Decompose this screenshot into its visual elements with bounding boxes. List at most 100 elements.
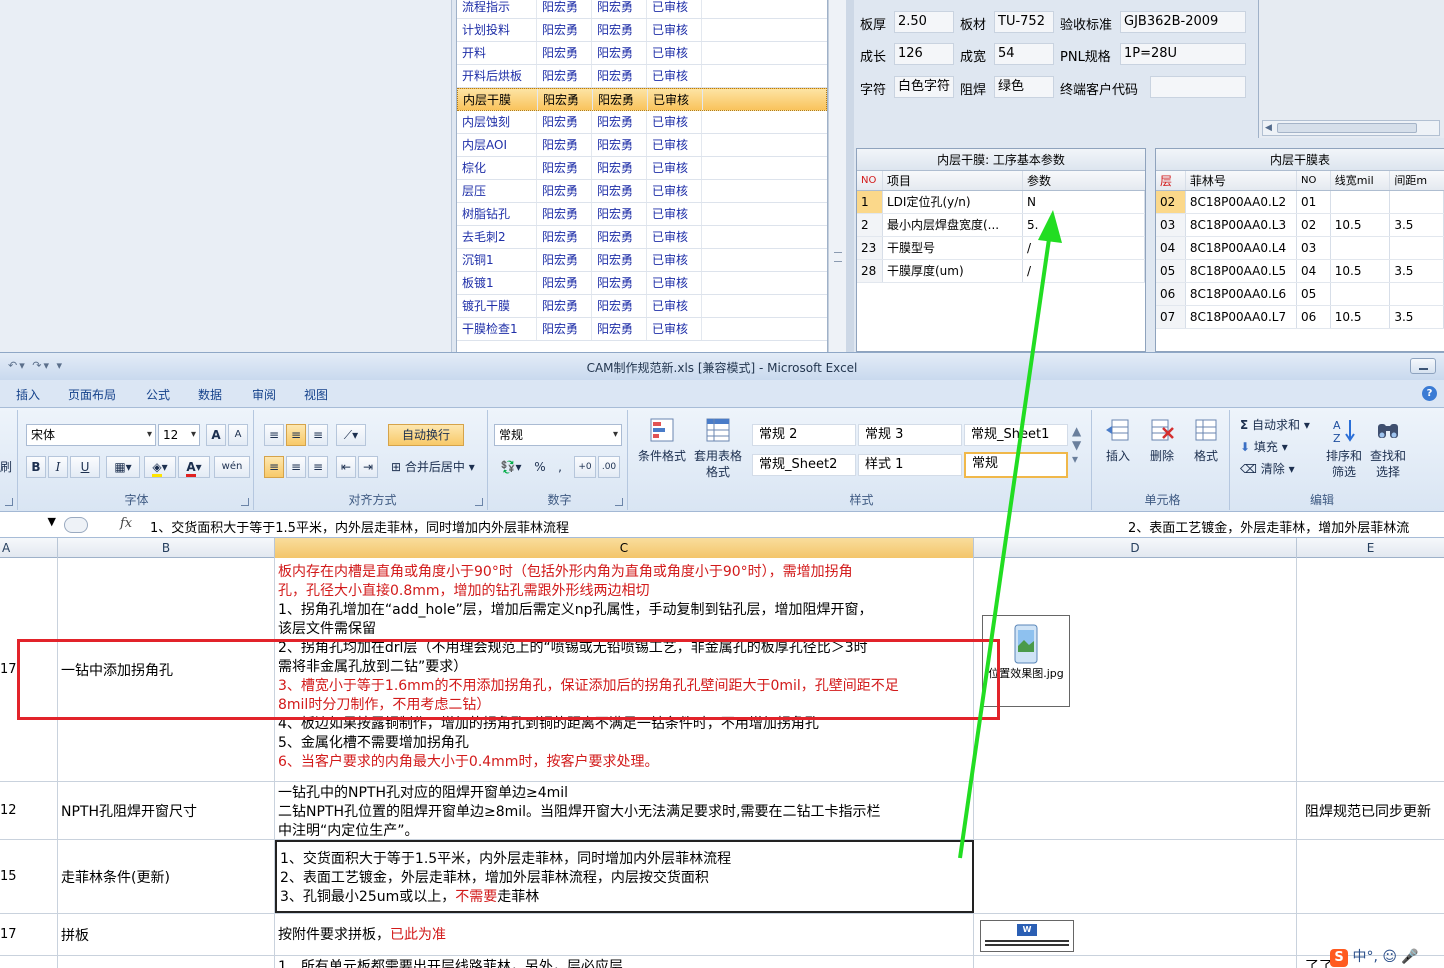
table-row[interactable]: 1 LDI定位孔(y/n) N — [857, 191, 1145, 214]
list-item[interactable]: 板镀1 阳宏勇 阳宏勇 已审核 — [457, 272, 827, 295]
styles-gallery-scroll-icon[interactable]: ▲ ▼ ▾ — [1072, 424, 1081, 466]
decrease-indent-icon[interactable]: ⇤ — [336, 456, 356, 478]
align-middle-icon[interactable]: ≡ — [286, 424, 306, 446]
scroll-thumb[interactable] — [1277, 123, 1417, 133]
tab-view[interactable]: 视图 — [304, 386, 328, 403]
align-top-icon[interactable]: ≡ — [264, 424, 284, 446]
note-cell[interactable]: 阻焊规范已同步更新 — [1297, 782, 1444, 839]
wrap-text-button[interactable]: 自动换行 — [388, 424, 464, 446]
delete-cells-button[interactable]: 删除 — [1140, 416, 1184, 464]
attachment-word-file[interactable]: W — [980, 920, 1074, 952]
table-row[interactable]: 28 干膜厚度(um) / — [857, 260, 1145, 283]
scroll-grip-icon[interactable] — [834, 252, 842, 262]
sort-filter-button[interactable]: AZ 排序和筛选 — [1322, 416, 1366, 480]
attachment-cell[interactable] — [974, 782, 1297, 839]
rule-detail-cell[interactable]: 按附件要求拼板，已此为准 — [275, 914, 974, 955]
attachment-cell[interactable]: W — [974, 914, 1297, 955]
table-row[interactable]: 15 走菲林条件(更新) 1、交货面积大于等于1.5平米，内外层走菲林，同时增加… — [0, 840, 1444, 914]
list-item[interactable]: 流程指示 阳宏勇 阳宏勇 已审核 — [457, 0, 827, 19]
tab-data[interactable]: 数据 — [198, 386, 222, 403]
orientation-icon[interactable]: ⟋▾ — [336, 424, 366, 446]
ime-tray[interactable]: S 中°, ☺ 🎤 — [1330, 946, 1444, 968]
align-center-icon[interactable]: ≡ — [286, 456, 306, 478]
formula-input[interactable]: 1、交货面积大于等于1.5平米，内外层走菲林，同时增加内外层菲林流程 — [150, 517, 569, 536]
list-item[interactable]: 内层蚀刻 阳宏勇 阳宏勇 已审核 — [457, 111, 827, 134]
increase-decimal-icon[interactable]: +0 — [574, 456, 596, 478]
comma-button[interactable]: , — [552, 456, 568, 478]
list-item[interactable]: 沉铜1 阳宏勇 阳宏勇 已审核 — [457, 249, 827, 272]
params-col-value[interactable]: 参数 — [1023, 171, 1145, 190]
process-list-scrollbar[interactable] — [828, 0, 846, 352]
shrink-font-button[interactable]: A — [228, 424, 248, 446]
align-left-icon[interactable]: ≡ — [264, 456, 284, 478]
film-col-no[interactable]: NO — [1297, 171, 1331, 190]
style-normal-2[interactable]: 常规 2 — [752, 424, 856, 446]
fill-button[interactable]: ⬇ 填充 ▾ — [1240, 438, 1288, 455]
note-cell[interactable] — [1297, 840, 1444, 913]
column-header-a[interactable]: A — [0, 538, 58, 558]
clipboard-launcher-icon[interactable] — [5, 498, 13, 506]
list-item[interactable]: 内层干膜 阳宏勇 阳宏勇 已审核 — [457, 88, 827, 111]
percent-button[interactable]: % — [530, 456, 550, 478]
scroll-left-icon[interactable]: ◀ — [1265, 123, 1272, 133]
style-normal-3[interactable]: 常规 3 — [858, 424, 962, 446]
column-header-b[interactable]: B — [58, 538, 275, 558]
font-color-button[interactable]: A▾ — [178, 456, 210, 478]
rule-title-cell[interactable]: 拼板 — [58, 914, 275, 955]
table-row[interactable]: 06 8C18P00AA0.L6 05 — [1156, 283, 1444, 306]
fill-color-icon[interactable]: ◈▾ — [144, 456, 176, 478]
list-item[interactable]: 层压 阳宏勇 阳宏勇 已审核 — [457, 180, 827, 203]
minimize-icon[interactable] — [1410, 358, 1436, 374]
emoji-icon[interactable]: ☺ — [1382, 949, 1397, 965]
conditional-format-button[interactable]: 条件格式 — [634, 416, 690, 464]
thickness-field[interactable]: 2.50 — [894, 11, 954, 33]
underline-button[interactable]: U — [70, 456, 100, 478]
table-row[interactable]: 02 8C18P00AA0.L2 01 — [1156, 191, 1444, 214]
rule-detail-cell[interactable]: 一钻孔中的NPTH孔对应的阻焊开窗单边≥4mil 二钻NPTH孔位置的阻焊开窗单边… — [275, 782, 974, 839]
table-row[interactable]: 23 干膜型号 / — [857, 237, 1145, 260]
mask-field[interactable]: 绿色 — [994, 76, 1054, 98]
attachment-cell[interactable] — [974, 956, 1297, 968]
table-row[interactable]: 04 8C18P00AA0.L4 03 — [1156, 237, 1444, 260]
bold-button[interactable]: B — [26, 456, 46, 478]
params-col-item[interactable]: 项目 — [883, 171, 1023, 190]
ime-mode[interactable]: 中 — [1352, 949, 1366, 965]
film-col-film[interactable]: 菲林号 — [1186, 171, 1298, 190]
attachment-cell[interactable]: 位置效果图.jpg — [974, 558, 1297, 781]
rule-title-cell[interactable]: NPTH孔阻焊开窗尺寸 — [58, 782, 275, 839]
film-col-spacing[interactable]: 间距m — [1390, 171, 1444, 190]
decrease-decimal-icon[interactable]: .00 — [598, 456, 620, 478]
increase-indent-icon[interactable]: ⇥ — [358, 456, 378, 478]
currency-icon[interactable]: 💱▾ — [494, 456, 528, 478]
microphone-icon[interactable]: 🎤 — [1401, 949, 1418, 965]
list-item[interactable]: 镀孔干膜 阳宏勇 阳宏勇 已审核 — [457, 295, 827, 318]
italic-button[interactable]: I — [48, 456, 68, 478]
list-item[interactable]: 树脂钻孔 阳宏勇 阳宏勇 已审核 — [457, 203, 827, 226]
align-bottom-icon[interactable]: ≡ — [308, 424, 328, 446]
list-item[interactable]: 内层AOI 阳宏勇 阳宏勇 已审核 — [457, 134, 827, 157]
rule-title-cell[interactable] — [58, 956, 275, 968]
find-select-button[interactable]: 查找和选择 — [1366, 416, 1410, 480]
column-header-e[interactable]: E — [1297, 538, 1444, 558]
style-normal[interactable]: 常规 — [964, 452, 1068, 478]
list-item[interactable]: 干膜检查1 阳宏勇 阳宏勇 已审核 — [457, 318, 827, 341]
list-item[interactable]: 开料后烘板 阳宏勇 阳宏勇 已审核 — [457, 65, 827, 88]
column-header-c[interactable]: C — [275, 538, 974, 558]
borders-icon[interactable]: ▦▾ — [106, 456, 140, 478]
standard-field[interactable]: GJB362B-2009 — [1120, 11, 1246, 33]
pnl-field[interactable]: 1P=28U — [1120, 43, 1246, 65]
row-number-cell[interactable]: 17 — [0, 914, 58, 955]
rule-title-cell[interactable]: 走菲林条件(更新) — [58, 840, 275, 913]
font-launcher-icon[interactable] — [241, 498, 249, 506]
process-list[interactable]: 流程指示 阳宏勇 阳宏勇 已审核 计划投料 阳宏勇 阳宏勇 已审核 开料 阳宏勇 阳宏勇 已审核 开料后… — [456, 0, 828, 352]
tab-insert[interactable]: 插入 — [16, 386, 40, 403]
style-normal-sheet2[interactable]: 常规_Sheet2 — [752, 454, 856, 476]
char-field[interactable]: 白色字符 — [894, 76, 954, 98]
params-col-no[interactable]: NO — [857, 171, 883, 190]
attachment-cell[interactable] — [974, 840, 1297, 913]
worksheet-grid[interactable]: 17 一钻中添加拐角孔 板内存在内槽是直角或角度小于90°时（包括外形内角为直角… — [0, 558, 1444, 968]
tab-formulas[interactable]: 公式 — [146, 386, 170, 403]
grow-font-button[interactable]: A — [206, 424, 226, 446]
excel-title-bar[interactable]: ↶▾ ↷▾ ▾ CAM制作规范新.xls [兼容模式] - Microsoft … — [0, 352, 1444, 380]
table-row[interactable]: 2 最小内层焊盘宽度(... 5. — [857, 214, 1145, 237]
